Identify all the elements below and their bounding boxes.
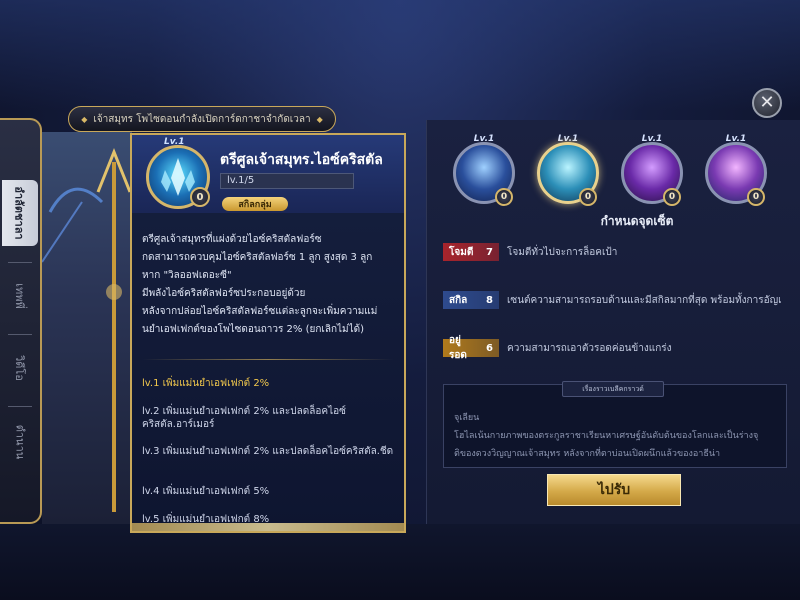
popup-bottom-trim [132,523,404,531]
stat-label: โจมตี [449,246,474,258]
description-line: หลังจากปล่อยไอซ์คริสตัลฟอร์ซแต่ละลูกจะเพ… [142,306,378,317]
tab-divider [8,262,32,263]
story-title: เรื่องราวเบลีคกราวด์ [562,381,664,397]
diamond-icon: ◆ [81,114,88,124]
skill-orb-3[interactable]: Lv.1 0 [621,134,683,206]
section-divider [142,359,394,360]
level-effect-3: lv.3 เพิ่มแม่นยำเอฟเฟกต์ 2% และปลดล็อคไอ… [142,446,394,457]
story-text: จุเลียน โฮไลเน้นกายภาพของตระกูลราชาเรียน… [454,409,778,463]
skill-type-tag: สกิลกลุ่ม [222,197,288,211]
tab-video[interactable]: วิดีโอ [2,338,38,398]
close-icon: ✕ [759,92,775,113]
tab-divider [8,334,32,335]
item-rank-badge: 0 [190,187,210,207]
tab-legend[interactable]: ตำนาน [2,412,38,472]
hero-artwork [41,132,132,524]
story-line: จุเลียน [454,413,480,423]
stat-label: อยู่รอด [449,335,467,361]
level-effect-1: lv.1 เพิ่มแม่นยำเอฟเฟกต์ 2% [142,378,270,389]
skill-orb-1[interactable]: Lv.1 0 [453,134,515,206]
item-detail-popup: Lv.1 0 ตรีศูลเจ้าสมุทร.ไอซ์คริสตัล lv.1/… [130,133,406,533]
event-title-text: เจ้าสมุทร โพไซดอนกำลังเปิดการ์ดกาชาจำกัด… [93,113,311,125]
tab-label: อำลัตชาลา [13,186,27,240]
event-title-ribbon: ◆ เจ้าสมุทร โพไซดอนกำลังเปิดการ์ดกาชาจำก… [68,106,336,132]
orb-rank: 0 [663,188,681,206]
level-effect-2: lv.2 เพิ่มแม่นยำเอฟเฟกต์ 2% และปลดล็อคไอ… [142,406,346,430]
tab-altar[interactable]: อำลัตชาลา [2,180,38,246]
story-line: โฮไลเน้นกายภาพของตระกูลราชาเรียนหาเศรษฐ์… [454,431,759,441]
stat-value: 7 [486,246,493,258]
stat-value: 6 [486,342,493,354]
go-claim-button[interactable]: ไปรับ [547,474,681,506]
tab-label: เทพพี่ [12,283,26,309]
background-story-box: เรื่องราวเบลีคกราวด์ จุเลียน โฮไลเน้นกาย… [443,381,787,468]
left-tab-frame: อำลัตชาลา เทพพี่ วิดีโอ ตำนาน [0,118,42,524]
description-line: นยำเอฟเฟกต์ของโพไซดอนถาวร 2% (ยกเลิกไม่ไ… [142,324,365,335]
stat-tag: สกิล 8 [443,291,499,309]
item-description: ตรีศูลเจ้าสมุทรที่แผ่งด้วยไอซ์คริสตัลฟอร… [142,231,400,339]
stat-description: เซนต์ความสามารถรอบด้านและมีสกิลมากที่สุด… [507,294,782,306]
skill-orb-4[interactable]: Lv.1 0 [705,134,767,206]
section-title: กำหนดจุดเซ็ต [600,214,674,228]
story-line: ติของดวงวิญญาณเจ้าสมุทร หลังจากที่ตาบ่อน… [454,449,721,459]
orb-rank: 0 [747,188,765,206]
tab-divider [8,406,32,407]
skill-orb-2[interactable]: Lv.1 0 [537,134,599,206]
popup-header: Lv.1 0 ตรีศูลเจ้าสมุทร.ไอซ์คริสตัล lv.1/… [132,135,404,213]
description-line: ตรีศูลเจ้าสมุทรที่แผ่งด้วยไอซ์คริสตัลฟอร… [142,234,322,245]
stat-row-survival: อยู่รอด 6 ความสามารถเอาตัวรอดค่อนข้างแกร… [443,335,672,361]
top-glow [0,0,800,110]
description-line: มีพลังไอซ์คริสตัลฟอร์ซประกอบอยู่ด้วย [142,288,306,299]
item-level-text: lv.1/5 [220,173,354,189]
description-line: กดสามารถควบคุมไอซ์คริสตัลฟอร์ซ 1 ลูก สูง… [142,252,373,263]
close-button[interactable]: ✕ [752,88,782,118]
bottom-strip [0,524,800,600]
stat-description: ความสามารถเอาตัวรอดค่อนข้างแกร่ง [507,342,672,354]
item-name: ตรีศูลเจ้าสมุทร.ไอซ์คริสตัล [220,152,383,168]
orb-rank: 0 [579,188,597,206]
tab-label: ตำนาน [12,424,26,460]
stat-description: โจมตีทั่วไปจะการล็อคเป้า [507,246,618,258]
stat-label: สกิล [449,294,468,306]
level-effect-4: lv.4 เพิ่มแม่นยำเอฟเฟกต์ 5% [142,486,270,497]
item-level-badge: Lv.1 [164,137,185,147]
stat-tag: โจมตี 7 [443,243,499,261]
tab-label: วิดีโอ [13,355,26,381]
right-info-panel: Lv.1 0 Lv.1 0 Lv.1 0 Lv.1 0 กำหนดจุดเซ็ต… [426,120,800,524]
stat-row-skill: สกิล 8 เซนต์ความสามารถรอบด้านและมีสกิลมา… [443,290,782,310]
tab-god[interactable]: เทพพี่ [2,266,38,326]
stat-value: 8 [486,294,493,306]
trident-illustration [41,147,132,512]
stat-tag: อยู่รอด 6 [443,335,499,361]
description-line: หาก "วิลออฟเดอะซี" [142,270,232,281]
orb-rank: 0 [495,188,513,206]
diamond-icon: ◆ [316,114,323,124]
stat-row-attack: โจมตี 7 โจมตีทั่วไปจะการล็อคเป้า [443,242,617,262]
